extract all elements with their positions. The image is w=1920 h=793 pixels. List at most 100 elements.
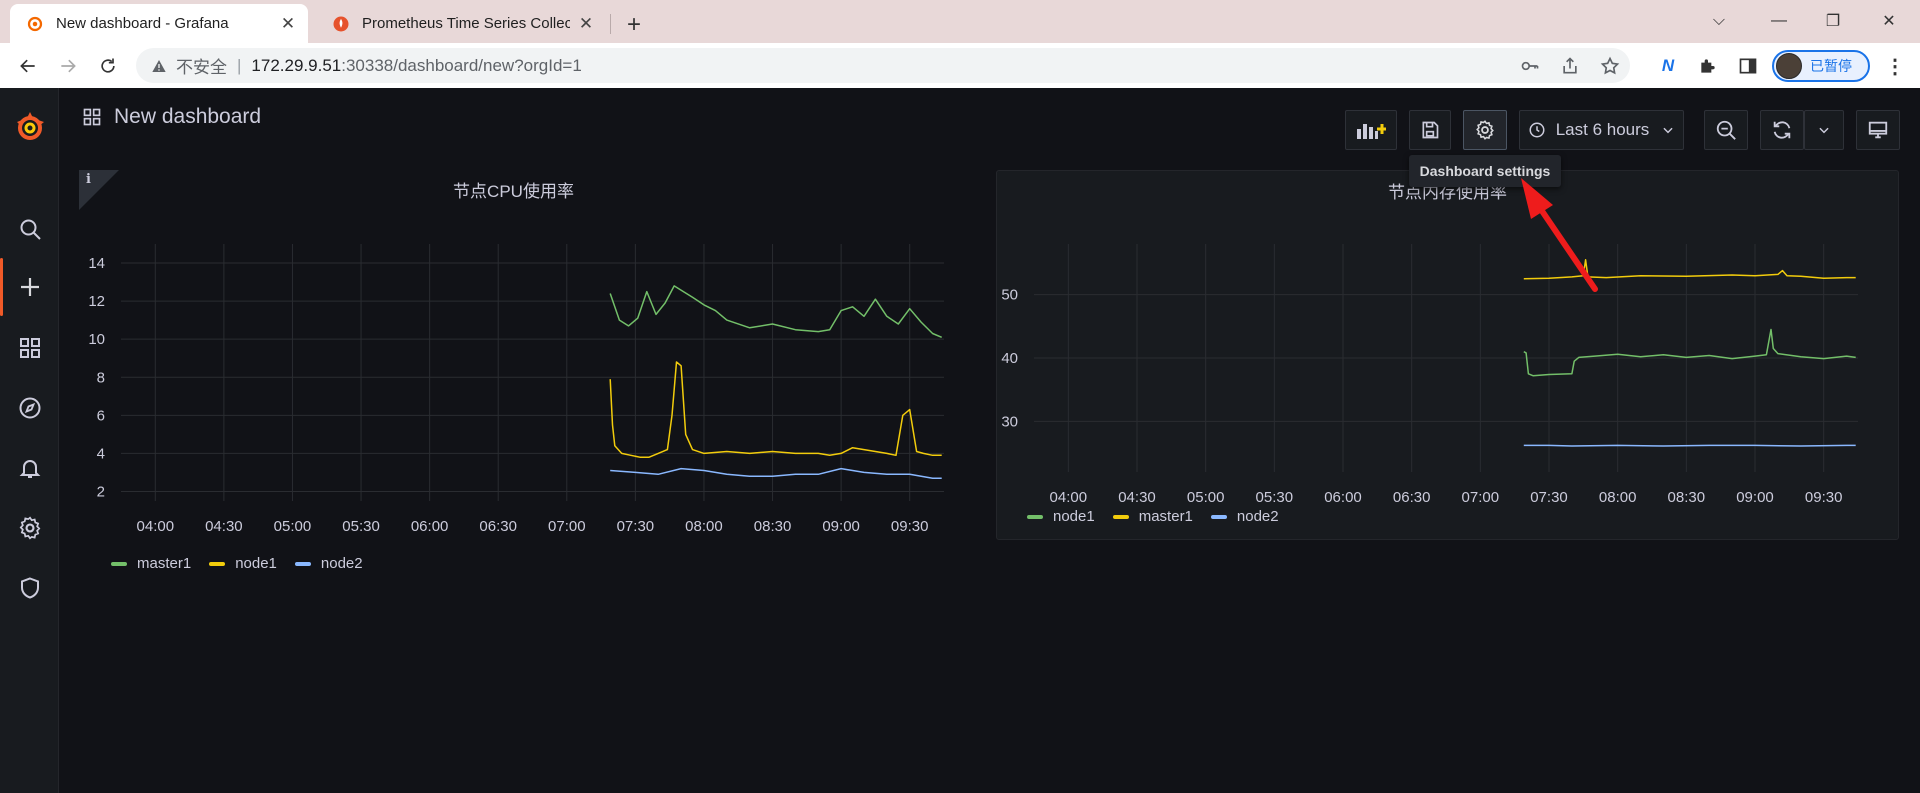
- zoom-out-icon: [1716, 120, 1736, 140]
- y-tick-label: 10: [88, 331, 105, 348]
- server-admin-icon[interactable]: [0, 568, 59, 608]
- forward-icon[interactable]: [52, 50, 84, 82]
- x-tick-label: 09:00: [822, 518, 860, 535]
- x-tick-label: 06:00: [411, 518, 449, 535]
- series-line-master1[interactable]: [609, 285, 942, 338]
- save-dashboard-button[interactable]: [1409, 110, 1451, 150]
- reload-icon[interactable]: [92, 50, 124, 82]
- tab-title: Prometheus Time Series Collec: [362, 15, 570, 32]
- add-panel-button[interactable]: [1345, 110, 1397, 150]
- x-tick-label: 06:30: [479, 518, 517, 535]
- restore-icon[interactable]: —: [1754, 6, 1804, 36]
- y-tick-label: 40: [1001, 350, 1018, 367]
- tab-title: New dashboard - Grafana: [56, 15, 229, 32]
- browser-toolbar: 不安全 | 172.29.9.51 :30338/dashboard/new?o…: [0, 43, 1920, 88]
- legend-label: node2: [1236, 508, 1279, 525]
- close-tab-icon[interactable]: ✕: [576, 14, 596, 34]
- x-tick-label: 06:30: [1393, 489, 1431, 506]
- grafana-app: New dashboard Last 6 hours i 节点CPU使用率 04…: [0, 88, 1920, 793]
- legend-swatch: [294, 561, 311, 566]
- series-line-node2[interactable]: [1523, 444, 1856, 447]
- profile-status-label: 已暂停: [1810, 58, 1852, 74]
- key-icon[interactable]: [1510, 56, 1550, 76]
- grafana-favicon-icon: [26, 15, 44, 33]
- legend-label: node1: [1053, 508, 1095, 525]
- y-tick-label: 6: [97, 407, 105, 424]
- legend-item-node2[interactable]: node2: [294, 555, 363, 572]
- plus-icon[interactable]: [0, 267, 59, 307]
- legend-item-master1[interactable]: master1: [111, 555, 191, 572]
- panel-title[interactable]: 节点CPU使用率: [79, 170, 948, 208]
- address-bar[interactable]: 不安全 | 172.29.9.51 :30338/dashboard/new?o…: [136, 48, 1630, 83]
- legend-swatch: [1027, 514, 1043, 519]
- x-tick-label: 08:30: [1668, 489, 1706, 506]
- cpu-chart[interactable]: 04:00 04:30 05:00 05:30 06:00 06:30 07:00 07:30…: [79, 208, 948, 548]
- dashboard-title[interactable]: New dashboard: [82, 104, 261, 130]
- legend-item-master1[interactable]: master1: [1112, 508, 1193, 525]
- x-tick-label: 07:00: [548, 518, 586, 535]
- x-tick-label: 05:00: [1187, 489, 1225, 506]
- browser-menu-icon[interactable]: ⋮: [1880, 51, 1910, 81]
- extension-n-icon[interactable]: N: [1654, 52, 1682, 80]
- x-tick-label: 04:30: [1118, 489, 1156, 506]
- profile-button[interactable]: 已暂停: [1772, 50, 1870, 82]
- dashboard-title-text: New dashboard: [114, 105, 262, 128]
- legend-label: node2: [320, 555, 363, 572]
- legend-item-node2[interactable]: node2: [1210, 508, 1279, 525]
- legend-swatch: [1210, 514, 1227, 519]
- refresh-button[interactable]: [1760, 110, 1804, 150]
- legend-swatch: [1112, 514, 1129, 519]
- back-icon[interactable]: [12, 50, 44, 82]
- explore-icon[interactable]: [0, 388, 59, 428]
- address-separator: |: [237, 55, 242, 75]
- omnibox-actions: [1510, 48, 1630, 83]
- legend-item-node1[interactable]: node1: [1027, 508, 1095, 525]
- dashboard-settings-tooltip: Dashboard settings: [1409, 155, 1561, 187]
- tab-prometheus[interactable]: Prometheus Time Series Collec ✕: [316, 4, 606, 43]
- maximize-icon[interactable]: ❐: [1808, 6, 1858, 36]
- memory-legend: node1 master1 node2: [1027, 508, 1297, 525]
- x-tick-label: 09:30: [1805, 489, 1843, 506]
- tab-grafana[interactable]: New dashboard - Grafana ✕: [10, 4, 308, 43]
- x-tick-label: 09:30: [891, 518, 929, 535]
- dashboard-settings-button[interactable]: [1463, 110, 1507, 150]
- close-window-icon[interactable]: ✕: [1864, 6, 1914, 36]
- close-tab-icon[interactable]: ✕: [278, 14, 298, 34]
- dashboard-grid-icon: [83, 108, 101, 126]
- warning-icon[interactable]: [150, 57, 168, 75]
- url-host: 172.29.9.51: [251, 55, 342, 75]
- dashboards-icon[interactable]: [0, 328, 59, 368]
- legend-item-node1[interactable]: node1: [209, 555, 277, 572]
- side-panel-icon[interactable]: [1734, 52, 1762, 80]
- cpu-legend: master1 node1 node2: [111, 555, 381, 572]
- series-line-node1[interactable]: [1523, 328, 1856, 377]
- search-icon[interactable]: [0, 209, 59, 249]
- cycle-view-mode-button[interactable]: [1856, 110, 1900, 150]
- panel-cpu-usage[interactable]: i 节点CPU使用率 04:00 04:30 05:00 05:30 06:00 06:3…: [79, 170, 948, 580]
- url-path: :30338/dashboard/new?orgId=1: [341, 55, 582, 75]
- memory-chart[interactable]: 04:00 04:30 05:00 05:30 06:00 06:30 07:00 07:30…: [997, 209, 1898, 509]
- x-tick-label: 08:30: [754, 518, 792, 535]
- legend-swatch: [111, 561, 127, 566]
- x-tick-label: 08:00: [1599, 489, 1637, 506]
- refresh-interval-dropdown[interactable]: [1804, 110, 1844, 150]
- series-line-node1[interactable]: [609, 361, 942, 458]
- prometheus-favicon-icon: [332, 15, 350, 33]
- legend-swatch: [209, 561, 226, 566]
- time-range-picker[interactable]: Last 6 hours: [1519, 110, 1684, 150]
- extensions-puzzle-icon[interactable]: [1694, 52, 1722, 80]
- series-line-master1[interactable]: [1523, 259, 1856, 280]
- new-tab-button[interactable]: +: [618, 9, 650, 41]
- x-tick-label: 05:30: [342, 518, 380, 535]
- configuration-icon[interactable]: [0, 508, 59, 548]
- bookmark-star-icon[interactable]: [1590, 56, 1630, 76]
- series-line-node2[interactable]: [610, 467, 942, 479]
- panel-memory-usage[interactable]: 节点内存使用率 04:00 04:30 05:00 05:30 06:00 06:30 07…: [996, 170, 1899, 540]
- y-tick-label: 2: [97, 483, 105, 500]
- alerting-icon[interactable]: [0, 448, 59, 488]
- grafana-logo-icon[interactable]: [0, 102, 59, 152]
- minimize-icon[interactable]: ⌵: [1694, 6, 1744, 36]
- zoom-out-button[interactable]: [1704, 110, 1748, 150]
- time-range-label: Last 6 hours: [1555, 120, 1650, 139]
- share-icon[interactable]: [1550, 56, 1590, 76]
